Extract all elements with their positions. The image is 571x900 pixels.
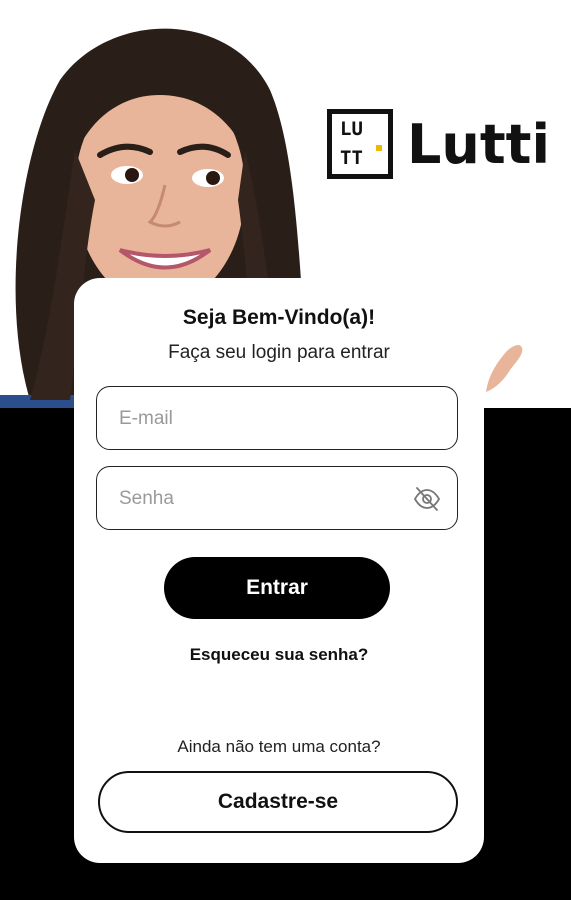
email-field[interactable] (96, 386, 458, 451)
brand-logo: LU TT Lutti (327, 105, 550, 183)
welcome-subtitle: Faça seu login para entrar (168, 342, 390, 363)
logo-mark-line2: TT (340, 147, 363, 169)
eye-off-icon[interactable] (413, 486, 441, 512)
signup-button[interactable]: Cadastre-se (98, 771, 458, 833)
login-card: Seja Bem-Vindo(a)! Faça seu login para e… (74, 278, 484, 863)
no-account-text: Ainda não tem uma conta? (177, 737, 381, 756)
logo-mark-line1: LU (340, 118, 363, 140)
forgot-password-link[interactable]: Esqueceu sua senha? (74, 645, 484, 665)
welcome-title: Seja Bem-Vindo(a)! (182, 306, 376, 329)
logo-mark-icon: LU TT (327, 109, 393, 179)
email-input[interactable] (117, 387, 381, 451)
brand-name: Lutti (407, 112, 550, 176)
hand-pointing (484, 338, 524, 394)
login-button[interactable]: Entrar (164, 557, 390, 619)
password-field[interactable] (96, 466, 458, 531)
logo-accent-dot (376, 145, 382, 151)
password-input[interactable] (117, 467, 381, 531)
